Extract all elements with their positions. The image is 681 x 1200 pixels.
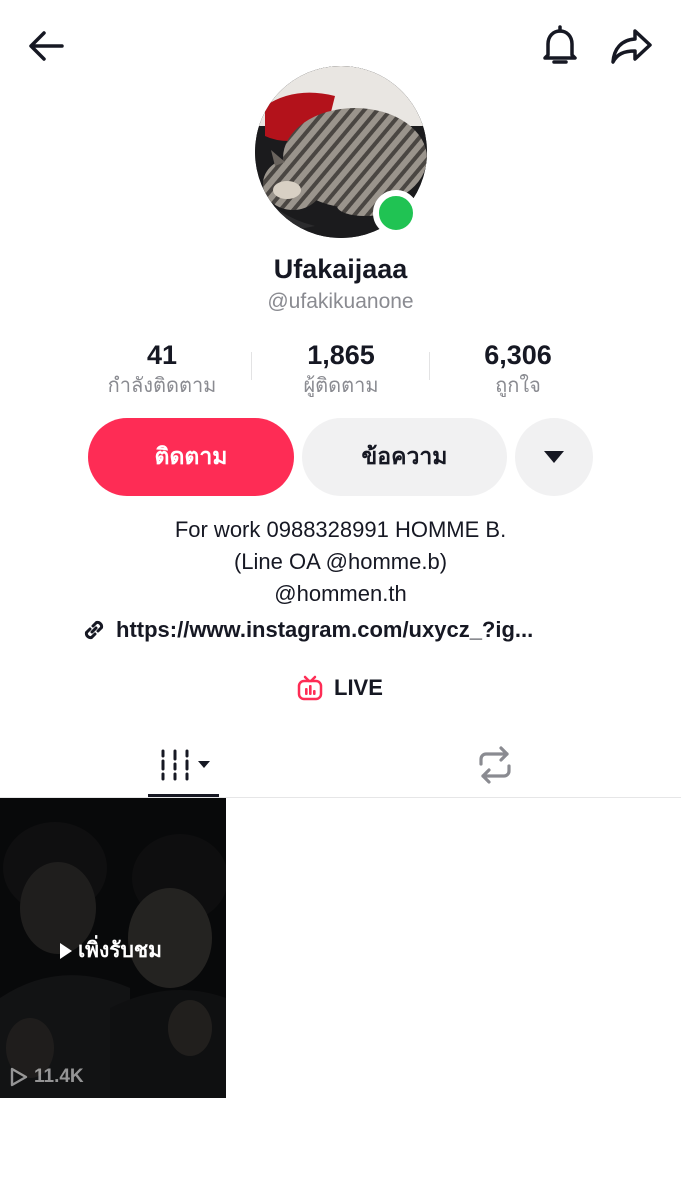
follow-button[interactable]: ติดตาม (88, 418, 294, 496)
bio-line: @hommen.th (274, 581, 407, 606)
suggested-accounts-button[interactable] (515, 418, 593, 496)
stat-likes-value: 6,306 (484, 340, 552, 370)
stat-followers[interactable]: 1,865 ผู้ติดตาม (251, 338, 431, 400)
nickname: Ufakaijaaa (273, 254, 408, 284)
stat-likes-label: ถูกใจ (495, 375, 541, 397)
bio-line: For work 0988328991 HOMME B. (174, 517, 507, 542)
stat-following-value: 41 (146, 340, 178, 370)
notification-button[interactable] (536, 22, 584, 70)
recently-watched-badge: เพิ่งรับชม (60, 934, 162, 967)
arrow-left-icon (29, 31, 64, 61)
play-icon (60, 942, 72, 959)
video-views-label: 11.4K (34, 1066, 84, 1087)
online-status-indicator (373, 190, 419, 236)
tab-videos[interactable] (130, 734, 240, 796)
username: @ufakikuanone (267, 290, 414, 313)
stat-followers-label: ผู้ติดตาม (303, 375, 379, 397)
profile-link[interactable]: https://www.instagram.com/uxycz_?ig... (80, 616, 533, 644)
stat-likes[interactable]: 6,306 ถูกใจ (428, 338, 608, 400)
avatar[interactable] (255, 66, 427, 238)
play-outline-icon (10, 1067, 28, 1087)
caret-down-icon (544, 451, 564, 463)
tv-live-icon (297, 675, 323, 701)
stat-following[interactable]: 41 กำลังติดตาม (72, 338, 252, 400)
message-button[interactable]: ข้อความ (302, 418, 507, 496)
bell-icon (543, 25, 577, 64)
share-arrow-icon (611, 29, 652, 64)
grid-bars-icon (161, 749, 210, 781)
recently-watched-label: เพิ่งรับชม (78, 939, 162, 962)
back-button[interactable] (22, 24, 70, 68)
bio-line: (Line OA @homme.b) (233, 549, 448, 574)
video-view-count: 11.4K (10, 1066, 84, 1088)
profile-link-text: https://www.instagram.com/uxycz_?ig... (116, 617, 534, 642)
live-label: LIVE (334, 675, 383, 700)
share-button[interactable] (606, 22, 656, 70)
stat-following-label: กำลังติดตาม (107, 375, 217, 397)
repost-icon (479, 746, 511, 784)
bio: For work 0988328991 HOMME B. (Line OA @h… (0, 514, 681, 610)
live-button[interactable]: LIVE (296, 674, 383, 702)
tab-reposts[interactable] (440, 734, 550, 796)
link-icon (84, 620, 104, 640)
stat-followers-value: 1,865 (307, 340, 375, 370)
